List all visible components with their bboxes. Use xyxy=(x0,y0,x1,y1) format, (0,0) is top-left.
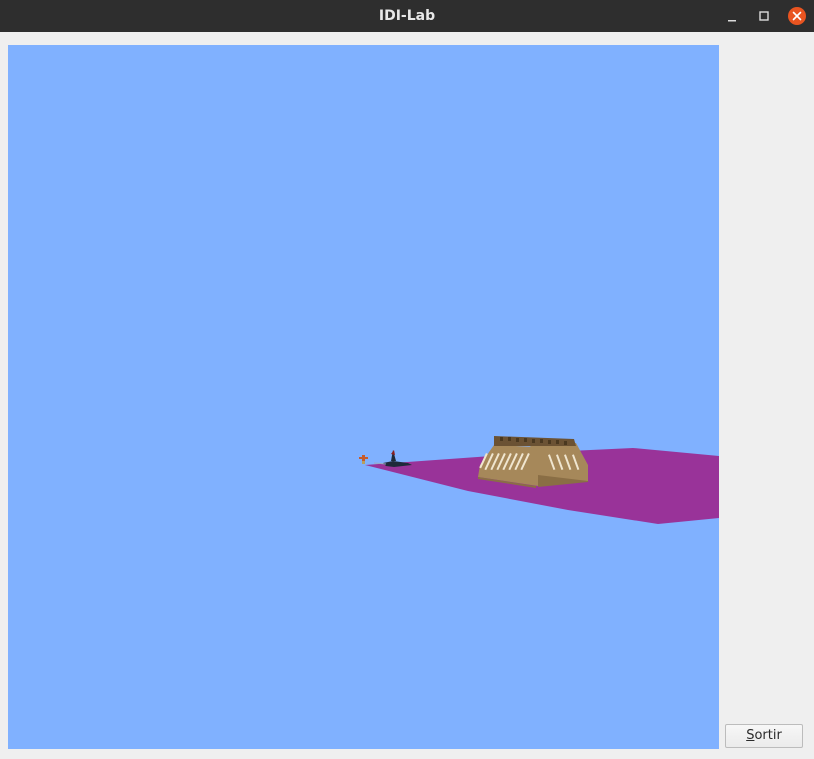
scene-canvas xyxy=(359,436,719,524)
sortir-button[interactable]: Sortir xyxy=(725,724,803,748)
close-icon xyxy=(788,7,806,25)
window-title: IDI-Lab xyxy=(378,8,436,24)
minimize-button[interactable] xyxy=(722,6,742,26)
patricio-figure xyxy=(359,455,368,464)
minimize-icon xyxy=(728,20,736,22)
window-titlebar[interactable]: IDI-Lab xyxy=(0,0,814,32)
close-button[interactable] xyxy=(787,6,807,26)
maximize-icon xyxy=(759,11,769,21)
opengl-viewport[interactable] xyxy=(8,45,719,749)
building-model xyxy=(478,436,588,488)
maximize-button[interactable] xyxy=(754,6,774,26)
sortir-label: ortir xyxy=(754,728,782,743)
